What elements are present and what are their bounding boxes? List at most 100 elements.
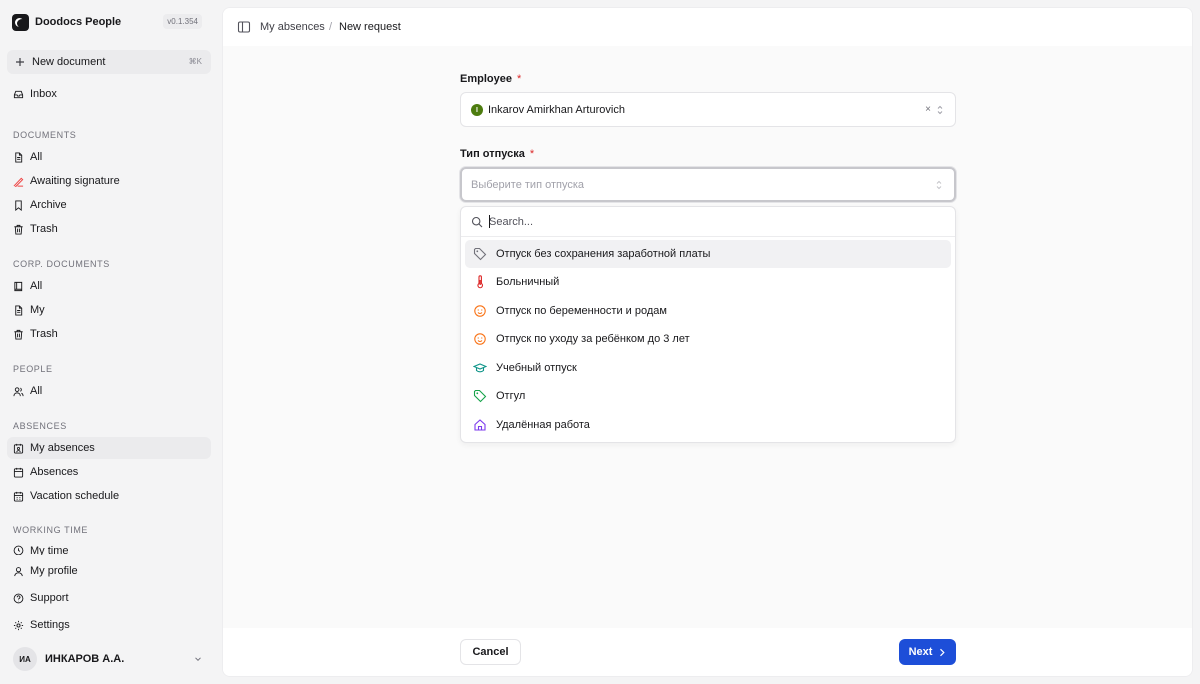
inbox-icon	[13, 90, 24, 98]
sidebar-item-absences[interactable]: Absences	[7, 461, 211, 483]
trash-icon	[14, 224, 23, 235]
brand[interactable]: Doodocs People v0.1.354	[12, 13, 206, 31]
sidebar-item-label: Inbox	[30, 88, 57, 100]
option-remote-work[interactable]: Удалённая работа	[465, 411, 951, 439]
leave-type-placeholder: Выберите тип отпуска	[471, 179, 585, 191]
sidebar-item-inbox[interactable]: Inbox	[7, 83, 211, 105]
file-icon	[15, 151, 23, 163]
option-unpaid-leave[interactable]: Отпуск без сохранения заработной платы	[465, 240, 951, 268]
option-day-off[interactable]: Отгул	[465, 382, 951, 410]
leave-type-label-text: Тип отпуска	[460, 148, 525, 160]
sidebar-item-archive[interactable]: Archive	[7, 194, 211, 216]
sidebar-item-documents-all[interactable]: All	[7, 146, 211, 168]
sidebar-toggle-icon[interactable]	[237, 20, 251, 34]
option-label: Отпуск по уходу за ребёнком до 3 лет	[496, 333, 690, 345]
home-icon	[474, 419, 486, 431]
employee-field-label: Employee *	[460, 73, 521, 85]
topbar: My absences / New request	[223, 8, 1192, 46]
baby-face-icon	[474, 305, 486, 317]
sidebar-item-label: My profile	[30, 565, 78, 577]
option-label: Отпуск по беременности и родам	[496, 305, 667, 317]
sidebar-item-my-absences[interactable]: My absences	[7, 437, 211, 459]
app-window: Doodocs People v0.1.354 New document ⌘K …	[0, 0, 1200, 684]
dropdown-search	[461, 207, 955, 237]
shortcut-hint: ⌘K	[188, 57, 202, 66]
users-icon	[13, 386, 24, 396]
sidebar-item-my-time[interactable]: My time	[7, 541, 211, 555]
cancel-button[interactable]: Cancel	[460, 639, 521, 665]
baby-face-icon	[474, 333, 486, 345]
sidebar-item-corp-my[interactable]: My	[7, 299, 211, 321]
form-actions-bar: Cancel Next	[223, 628, 1192, 676]
sidebar-item-label: Trash	[30, 328, 58, 340]
signature-pen-icon	[13, 177, 24, 187]
section-title-working-time: Working time	[13, 525, 89, 535]
option-label: Больничный	[496, 276, 560, 288]
option-label: Удалённая работа	[496, 419, 590, 431]
sidebar-item-support[interactable]: Support	[7, 587, 211, 609]
sidebar-item-label: My time	[30, 545, 69, 555]
sidebar-item-awaiting-signature[interactable]: Awaiting signature	[7, 170, 211, 192]
employee-select[interactable]: I Inkarov Amirkhan Arturovich ×	[460, 92, 956, 127]
option-sick-leave[interactable]: Больничный	[465, 268, 951, 296]
sidebar-item-label: My absences	[30, 442, 95, 454]
option-childcare-leave[interactable]: Отпуск по уходу за ребёнком до 3 лет	[465, 325, 951, 353]
employee-label-text: Employee	[460, 73, 512, 85]
sidebar-item-label: All	[30, 280, 43, 292]
graduation-cap-icon	[473, 363, 487, 373]
search-icon	[471, 216, 483, 228]
section-title-documents: Documents	[13, 130, 77, 140]
sidebar-item-documents-trash[interactable]: Trash	[7, 218, 211, 240]
new-document-button[interactable]: New document ⌘K	[7, 50, 211, 74]
brand-logo-icon	[12, 13, 29, 31]
sidebar-item-label: Settings	[30, 619, 70, 631]
gear-icon	[13, 620, 24, 630]
sidebar-item-label: My	[30, 304, 45, 316]
sidebar-item-label: Absences	[30, 466, 79, 478]
sidebar-item-corp-trash[interactable]: Trash	[7, 323, 211, 345]
tag-icon	[473, 247, 487, 261]
file-icon	[15, 304, 23, 316]
clear-icon[interactable]: ×	[925, 104, 931, 115]
trash-icon	[14, 329, 23, 340]
sidebar-item-vacation-schedule[interactable]: Vacation schedule	[7, 485, 211, 507]
breadcrumb-parent[interactable]: My absences	[260, 21, 325, 33]
sidebar-item-label: Vacation schedule	[30, 490, 120, 502]
user-menu[interactable]: ИА ИНКАРОВ А.А.	[7, 646, 211, 672]
option-maternity-leave[interactable]: Отпуск по беременности и родам	[465, 297, 951, 325]
thermometer-icon	[477, 275, 484, 289]
help-circle-icon	[13, 593, 24, 603]
text-cursor	[489, 215, 490, 228]
sidebar-item-my-profile[interactable]: My profile	[7, 560, 211, 582]
sidebar-item-corp-all[interactable]: All	[7, 275, 211, 297]
calendar-user-icon	[13, 443, 24, 454]
sidebar-item-label: Trash	[30, 223, 58, 235]
plus-icon	[16, 58, 24, 66]
new-document-label: New document	[32, 56, 106, 68]
sidebar-item-label: All	[30, 385, 43, 397]
sidebar-item-people-all[interactable]: All	[7, 380, 211, 402]
sidebar-item-settings[interactable]: Settings	[7, 614, 211, 636]
version-badge: v0.1.354	[163, 14, 202, 29]
breadcrumb-current: New request	[339, 21, 401, 33]
leave-type-select[interactable]: Выберите тип отпуска	[460, 167, 956, 202]
chevron-updown-icon	[936, 180, 942, 190]
option-study-leave[interactable]: Учебный отпуск	[465, 354, 951, 382]
sidebar-item-label: Awaiting signature	[30, 175, 120, 187]
chevron-right-icon	[940, 648, 946, 656]
clock-icon	[13, 545, 24, 555]
breadcrumb-separator: /	[329, 21, 333, 33]
search-input[interactable]	[489, 213, 929, 231]
employee-value: Inkarov Amirkhan Arturovich	[488, 104, 625, 116]
leave-type-dropdown: Отпуск без сохранения заработной платы Б…	[460, 206, 956, 443]
leave-type-field-label: Тип отпуска *	[460, 148, 534, 160]
next-button[interactable]: Next	[899, 639, 956, 665]
section-title-absences: Absences	[13, 421, 67, 431]
option-label: Отпуск без сохранения заработной платы	[496, 248, 711, 260]
required-mark: *	[529, 148, 535, 160]
section-title-people: People	[13, 364, 53, 374]
avatar: ИА	[13, 647, 37, 671]
user-icon	[14, 566, 23, 576]
sidebar-item-label: Archive	[30, 199, 67, 211]
chevron-down-icon	[195, 657, 201, 662]
